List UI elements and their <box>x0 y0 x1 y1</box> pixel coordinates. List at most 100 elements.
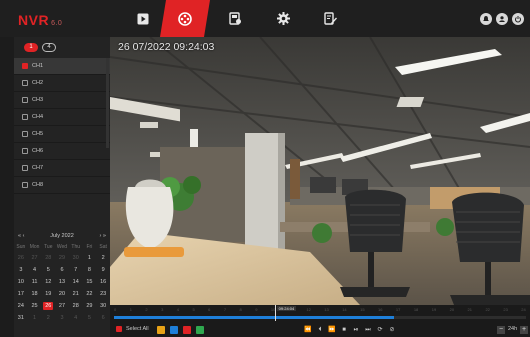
calendar-day[interactable]: 14 <box>69 276 83 288</box>
calendar-day-number: 10 <box>17 279 24 285</box>
calendar-day[interactable]: 12 <box>41 276 55 288</box>
record-type-alarm-filter[interactable] <box>183 326 191 334</box>
calendar-day[interactable]: 2 <box>41 312 55 324</box>
calendar-day[interactable]: 2 <box>96 252 110 264</box>
next-year-button[interactable]: » <box>103 233 106 239</box>
calendar-day-number: 4 <box>33 267 37 273</box>
playback-button-6[interactable]: ⏭ <box>363 325 373 335</box>
power-icon[interactable] <box>512 13 524 25</box>
layout-4-toggle[interactable]: 4 <box>42 43 56 52</box>
channel-item-2[interactable]: CH2 <box>14 75 110 92</box>
calendar-day[interactable]: 25 <box>28 300 42 312</box>
calendar-day[interactable]: 30 <box>69 252 83 264</box>
channel-checkbox[interactable] <box>22 131 28 137</box>
next-month-button[interactable]: › <box>100 233 102 239</box>
calendar-day[interactable]: 21 <box>69 288 83 300</box>
calendar-day[interactable]: 23 <box>96 288 110 300</box>
record-type-motion-filter[interactable] <box>170 326 178 334</box>
calendar-day[interactable]: 1 <box>83 252 97 264</box>
video-playback-view[interactable]: 26 07/2022 09:24:03 <box>110 37 530 305</box>
calendar-day[interactable]: 5 <box>41 264 55 276</box>
record-type-normal-filter[interactable] <box>196 326 204 334</box>
select-all[interactable]: Select All <box>116 326 149 332</box>
calendar-day[interactable]: 20 <box>55 288 69 300</box>
calendar-day-selected[interactable]: 26 <box>41 300 55 312</box>
zoom-in-button[interactable]: + <box>520 326 528 334</box>
channel-checkbox[interactable] <box>22 182 28 188</box>
calendar-day[interactable]: 28 <box>41 252 55 264</box>
calendar-day[interactable]: 3 <box>55 312 69 324</box>
calendar-day[interactable]: 22 <box>83 288 97 300</box>
playback-button-7[interactable]: ⟳ <box>375 325 385 335</box>
channel-item-1[interactable]: CH1 <box>14 58 110 75</box>
calendar-day[interactable]: 13 <box>55 276 69 288</box>
calendar-day[interactable]: 31 <box>14 312 28 324</box>
channel-checkbox[interactable] <box>22 63 28 69</box>
calendar-day[interactable]: 27 <box>55 300 69 312</box>
calendar-day[interactable]: 4 <box>69 312 83 324</box>
calendar-day[interactable]: 18 <box>28 288 42 300</box>
tab-playback[interactable] <box>160 0 210 37</box>
calendar-day[interactable]: 11 <box>28 276 42 288</box>
calendar-day[interactable]: 7 <box>69 264 83 276</box>
channel-item-5[interactable]: CH5 <box>14 126 110 143</box>
prev-year-button[interactable]: « <box>18 233 21 239</box>
channel-item-3[interactable]: CH3 <box>14 92 110 109</box>
playback-button-8[interactable]: ⊘ <box>387 325 397 335</box>
playback-button-1[interactable]: ⏪ <box>303 325 313 335</box>
channel-checkbox[interactable] <box>22 148 28 154</box>
calendar-day[interactable]: 19 <box>41 288 55 300</box>
calendar-day[interactable]: 15 <box>83 276 97 288</box>
calendar-day-number: 21 <box>72 291 79 297</box>
calendar-day[interactable]: 24 <box>14 300 28 312</box>
calendar-day[interactable]: 6 <box>96 312 110 324</box>
version-text: 6.0 <box>51 20 63 27</box>
calendar-day[interactable]: 10 <box>14 276 28 288</box>
calendar-day[interactable]: 30 <box>96 300 110 312</box>
calendar-header: « ‹ July 2022 › » <box>14 230 110 242</box>
alarm-bell-icon[interactable] <box>480 13 492 25</box>
channel-item-4[interactable]: CH4 <box>14 109 110 126</box>
select-all-checkbox[interactable] <box>116 326 122 332</box>
timeline-track[interactable] <box>114 316 526 319</box>
playback-button-5[interactable]: ⏯ <box>351 325 361 335</box>
calendar-day[interactable]: 29 <box>55 252 69 264</box>
calendar-day[interactable]: 8 <box>83 264 97 276</box>
calendar-day[interactable]: 1 <box>28 312 42 324</box>
playback-button-2[interactable]: ⏴ <box>315 325 325 335</box>
tab-live-view[interactable] <box>118 0 168 37</box>
calendar-day[interactable]: 27 <box>28 252 42 264</box>
playback-button-3[interactable]: ⏩ <box>327 325 337 335</box>
calendar-day[interactable]: 29 <box>83 300 97 312</box>
channel-checkbox[interactable] <box>22 97 28 103</box>
prev-month-button[interactable]: ‹ <box>23 233 25 239</box>
calendar-day[interactable]: 17 <box>14 288 28 300</box>
channel-item-8[interactable]: CH8 <box>14 177 110 194</box>
zoom-out-button[interactable]: − <box>497 326 505 334</box>
calendar-day[interactable]: 16 <box>96 276 110 288</box>
calendar-day[interactable]: 9 <box>96 264 110 276</box>
calendar-day[interactable]: 26 <box>14 252 28 264</box>
calendar-day[interactable]: 6 <box>55 264 69 276</box>
channel-checkbox[interactable] <box>22 80 28 86</box>
tab-channel-manage[interactable] <box>210 0 260 37</box>
calendar-day[interactable]: 3 <box>14 264 28 276</box>
timeline-tick: 20 <box>449 307 455 312</box>
timeline[interactable]: 0123456789101112131415161718192021222324… <box>110 305 530 323</box>
tab-settings[interactable] <box>258 0 308 37</box>
layout-1-toggle[interactable]: 1 <box>24 43 38 52</box>
calendar-day[interactable]: 28 <box>69 300 83 312</box>
tab-backup[interactable] <box>305 0 355 37</box>
calendar-day[interactable]: 4 <box>28 264 42 276</box>
user-icon[interactable] <box>496 13 508 25</box>
timeline-cursor[interactable] <box>274 305 276 321</box>
channel-item-7[interactable]: CH7 <box>14 160 110 177</box>
channel-item-6[interactable]: CH6 <box>14 143 110 160</box>
channel-checkbox[interactable] <box>22 114 28 120</box>
channel-checkbox[interactable] <box>22 165 28 171</box>
record-type-manual-filter[interactable] <box>157 326 165 334</box>
playback-button-4[interactable]: ■ <box>339 325 349 335</box>
calendar-day[interactable]: 5 <box>83 312 97 324</box>
channel-list-scrollbar[interactable] <box>106 58 109 148</box>
calendar-day-number: 24 <box>17 303 24 309</box>
